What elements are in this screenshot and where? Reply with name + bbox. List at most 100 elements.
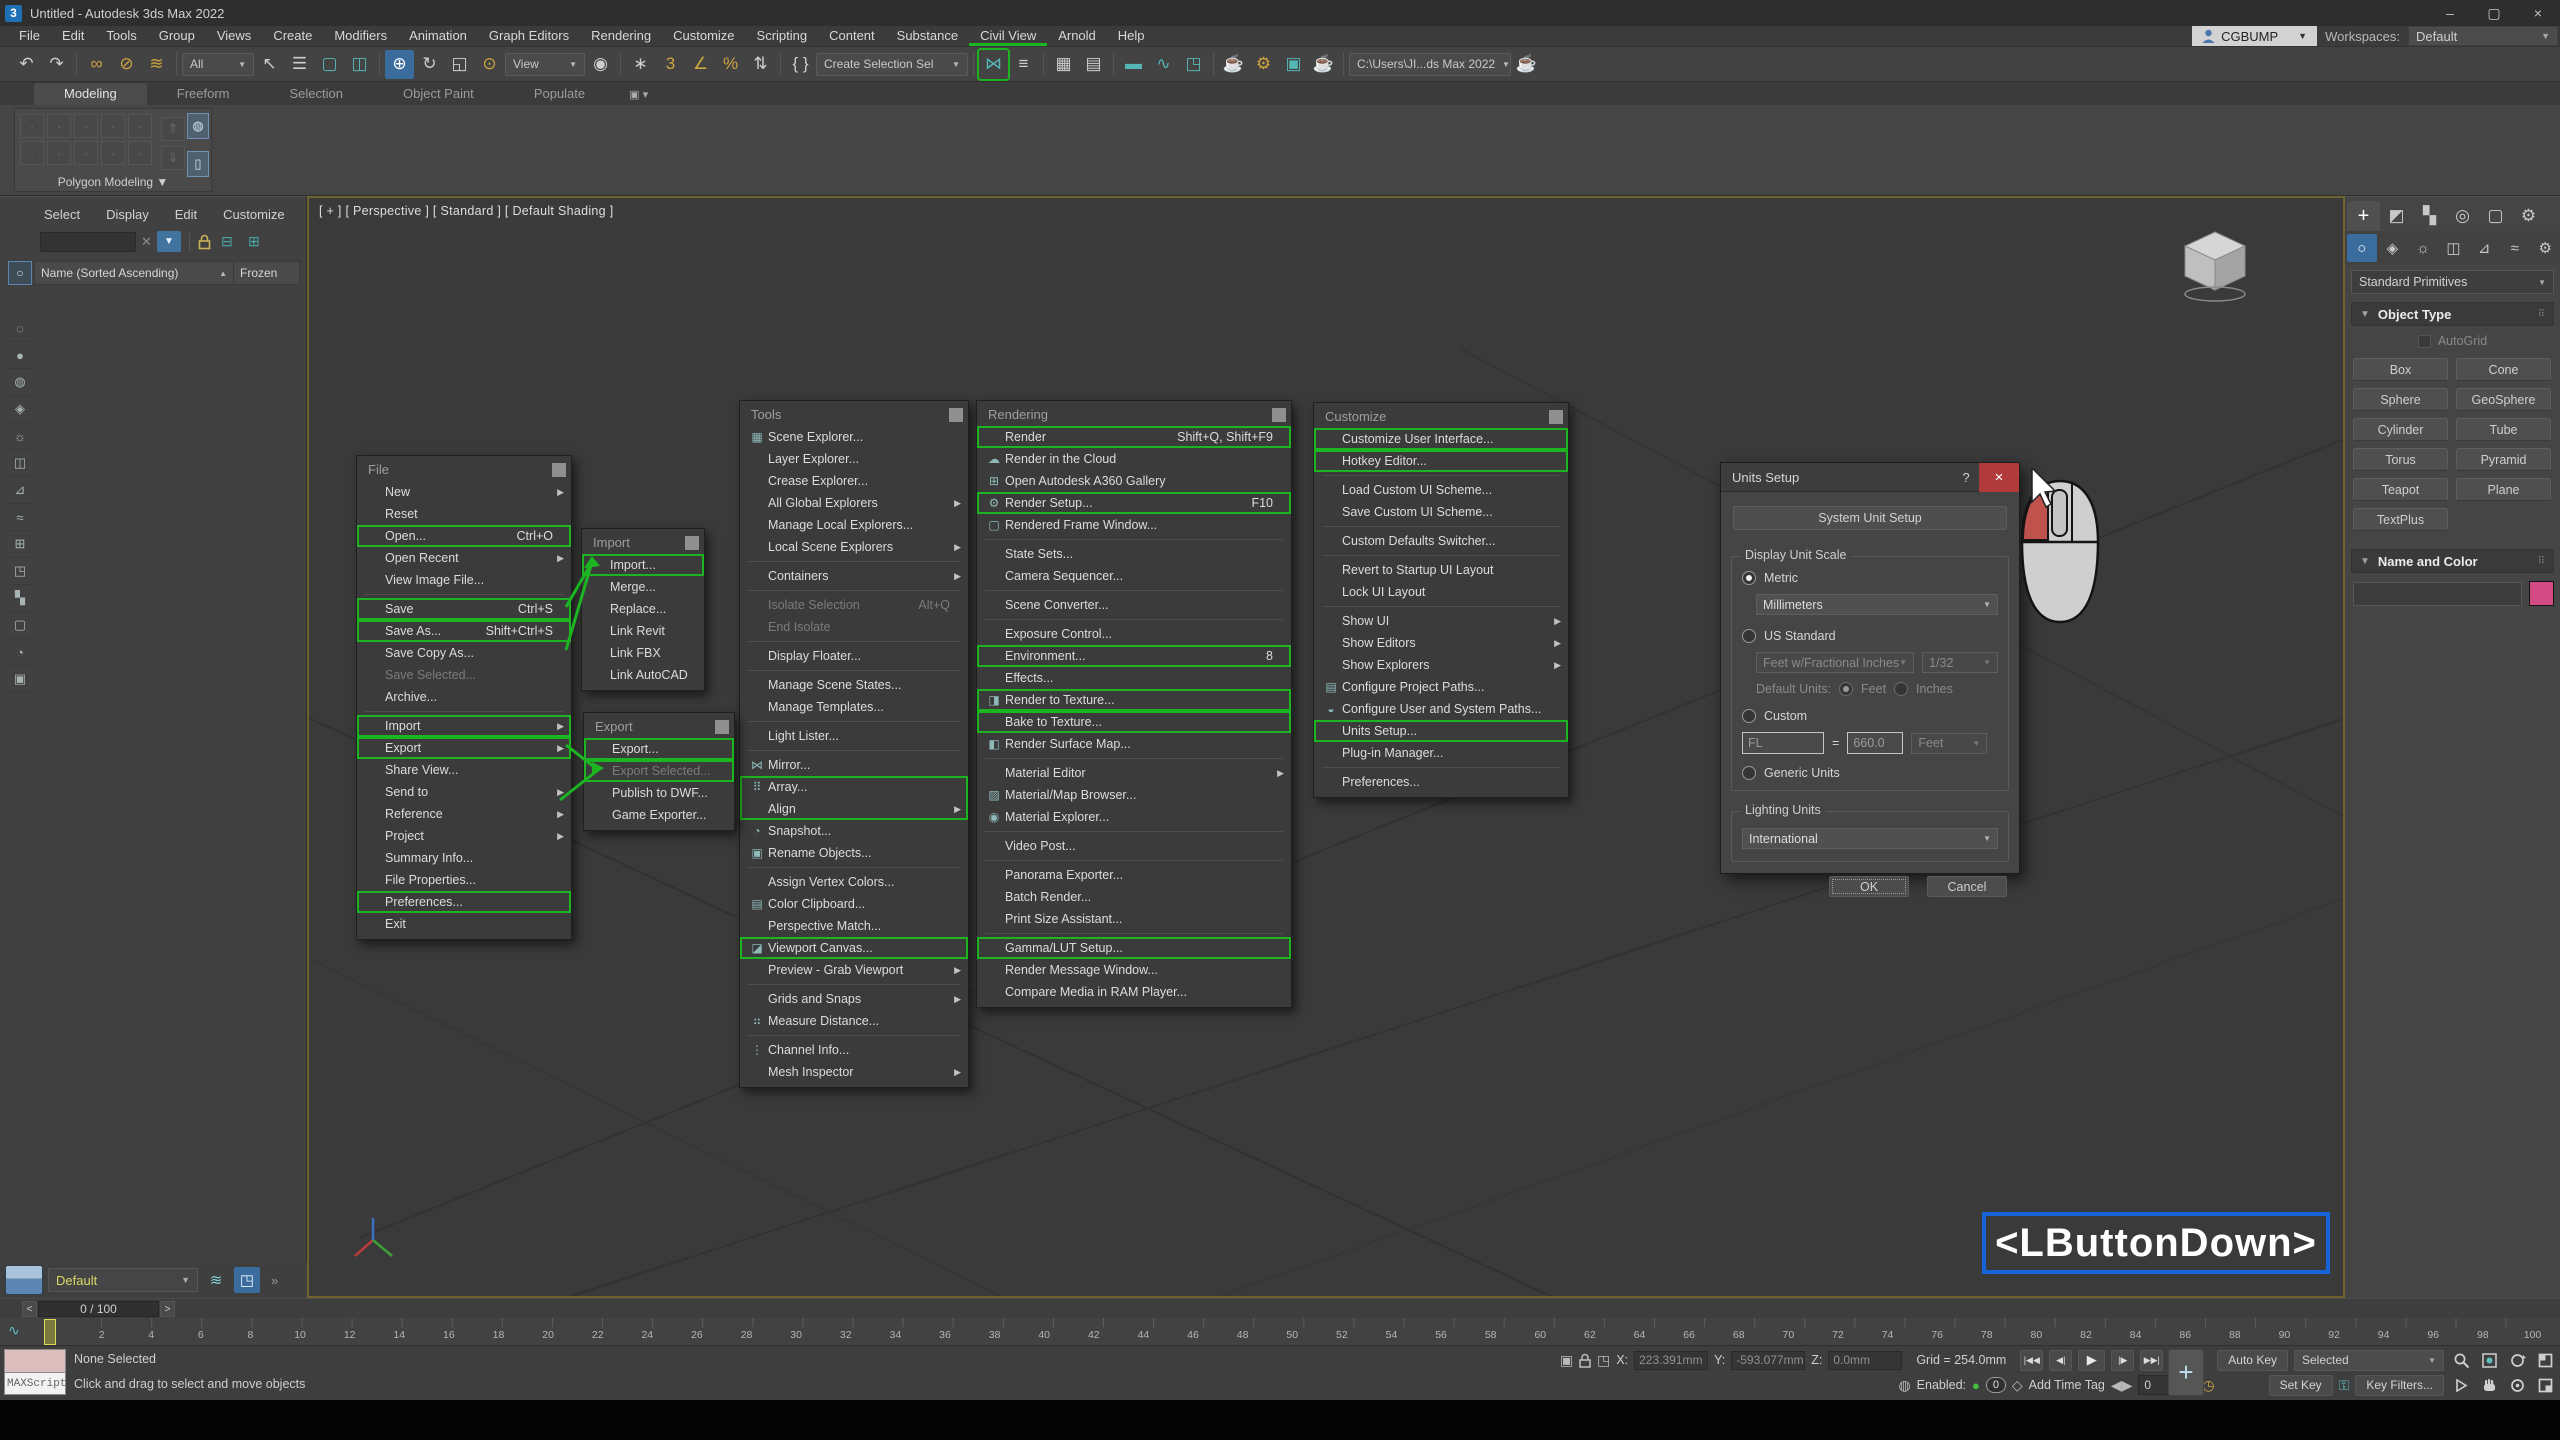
file-item-open[interactable]: Open...Ctrl+O	[357, 525, 571, 547]
object-button-plane[interactable]: Plane	[2456, 478, 2551, 501]
polygon-modeling-tool-8[interactable]: ·	[74, 141, 98, 165]
rendering-item-state-sets[interactable]: State Sets...	[977, 543, 1291, 565]
menu-rendering[interactable]: Rendering	[580, 27, 662, 46]
object-button-textplus[interactable]: TextPlus	[2353, 508, 2448, 531]
rendering-item-gamma-lut-setup[interactable]: Gamma/LUT Setup...	[977, 937, 1291, 959]
import-item-merge[interactable]: Merge...	[582, 576, 704, 598]
y-coordinate-field[interactable]: -593.077mm	[1731, 1351, 1805, 1370]
ribbon-collapse-down-icon[interactable]: ⇓	[161, 146, 185, 170]
orbit-subobject-icon[interactable]	[2506, 1374, 2528, 1396]
polygon-modeling-tool-10[interactable]: ·	[128, 141, 152, 165]
zoom-extents-icon[interactable]	[2478, 1349, 2500, 1371]
pin-icon[interactable]	[552, 463, 566, 477]
rendering-item-print-size-assistant[interactable]: Print Size Assistant...	[977, 908, 1291, 930]
export-item-game-exporter[interactable]: Game Exporter...	[584, 804, 734, 826]
menu-customize[interactable]: Customize	[662, 27, 745, 46]
previous-key-button[interactable]: ◀|	[2049, 1350, 2072, 1371]
ribbon-toggle-shaded-icon[interactable]: ◍	[187, 113, 209, 139]
pin-icon[interactable]	[949, 408, 963, 422]
filter-cameras-icon[interactable]: ◫	[8, 450, 32, 477]
render-production-button[interactable]: ☕	[1309, 50, 1338, 79]
customize-item-custom-defaults-switcher[interactable]: Custom Defaults Switcher...	[1314, 530, 1568, 552]
isolate-selection-icon[interactable]: ▣	[1560, 1352, 1573, 1369]
tools-item-measure-distance[interactable]: ⠶Measure Distance...	[740, 1010, 968, 1032]
lighting-units-dropdown[interactable]: International▼	[1742, 828, 1998, 849]
collapse-all-icon[interactable]: ⊞	[243, 233, 265, 250]
menu-civil-view[interactable]: Civil View	[969, 27, 1047, 46]
menu-modifiers[interactable]: Modifiers	[323, 27, 398, 46]
snap-toggle-3d-button[interactable]: 3	[656, 50, 685, 79]
file-item-export[interactable]: Export▶	[357, 737, 571, 759]
filter-groups-icon[interactable]: ⊞	[8, 531, 32, 558]
scene-explorer-menu-display[interactable]: Display	[106, 207, 149, 222]
select-by-name-button[interactable]: ☰	[285, 50, 314, 79]
next-key-button[interactable]: |▶	[2111, 1350, 2134, 1371]
edit-named-selection-sets-button[interactable]: { }	[786, 50, 815, 79]
customize-item-lock-ui-layout[interactable]: Lock UI Layout	[1314, 581, 1568, 603]
tools-item-mirror[interactable]: ⋈Mirror...	[740, 754, 968, 776]
file-item-archive[interactable]: Archive...	[357, 686, 571, 708]
ribbon-tab-selection[interactable]: Selection	[260, 83, 373, 105]
tab-create[interactable]: +	[2347, 201, 2380, 231]
ok-button[interactable]: OK	[1829, 876, 1909, 897]
object-type-rollout[interactable]: ▼ Object Type ⠿	[2351, 302, 2554, 326]
tools-item-align[interactable]: Align▶	[740, 798, 968, 820]
rendering-item-open-autodesk-a360-gallery[interactable]: ⊞Open Autodesk A360 Gallery	[977, 470, 1291, 492]
menu-edit[interactable]: Edit	[51, 27, 95, 46]
time-configuration-icon[interactable]: ◷	[2202, 1377, 2214, 1394]
bind-to-space-warp-button[interactable]: ≋	[142, 50, 171, 79]
menu-substance[interactable]: Substance	[886, 27, 969, 46]
rendering-item-render-setup[interactable]: ⚙Render Setup...F10	[977, 492, 1291, 514]
scene-explorer-menu-select[interactable]: Select	[44, 207, 80, 222]
file-item-preferences[interactable]: Preferences...	[357, 891, 571, 913]
filter-all-icon[interactable]: ◌	[8, 315, 32, 342]
named-selection-sets-dropdown[interactable]: Create Selection Sel▼	[816, 53, 968, 76]
object-button-sphere[interactable]: Sphere	[2353, 388, 2448, 411]
create-layer-button[interactable]	[5, 1265, 43, 1295]
object-button-tube[interactable]: Tube	[2456, 418, 2551, 441]
menu-graph-editors[interactable]: Graph Editors	[478, 27, 580, 46]
maximize-button[interactable]: ▢	[2472, 0, 2516, 26]
file-item-save-as[interactable]: Save As...Shift+Ctrl+S	[357, 620, 571, 642]
render-setup-button[interactable]: ⚙	[1249, 50, 1278, 79]
curve-editor-button[interactable]: ∿	[1149, 50, 1178, 79]
rendering-item-render-in-the-cloud[interactable]: ☁Render in the Cloud	[977, 448, 1291, 470]
customize-item-hotkey-editor[interactable]: Hotkey Editor...	[1314, 450, 1568, 472]
ribbon-more-icon[interactable]: ▣ ▾	[629, 88, 648, 105]
previous-frame-button[interactable]: <	[22, 1301, 37, 1317]
maximize-viewport-icon[interactable]	[2534, 1349, 2556, 1371]
select-object-button[interactable]: ↖	[255, 50, 284, 79]
ribbon-tab-modeling[interactable]: Modeling	[34, 83, 147, 105]
schematic-view-button[interactable]: ◳	[1179, 50, 1208, 79]
ribbon-tab-populate[interactable]: Populate	[504, 83, 615, 105]
material-editor-button[interactable]: ☕	[1219, 50, 1248, 79]
play-button[interactable]: ▶	[2078, 1350, 2105, 1371]
import-item-replace[interactable]: Replace...	[582, 598, 704, 620]
autogrid-checkbox[interactable]	[2418, 335, 2431, 348]
tab-display[interactable]: ▢	[2479, 201, 2512, 231]
tools-item-rename-objects[interactable]: ▣Rename Objects...	[740, 842, 968, 864]
close-button[interactable]: ×	[2516, 0, 2560, 26]
customize-item-show-explorers[interactable]: Show Explorers▶	[1314, 654, 1568, 676]
maxscript-mini-listener[interactable]: MAXScript Mi	[4, 1373, 66, 1395]
ribbon-toggle-pin-icon[interactable]: ▯	[187, 151, 209, 177]
primitives-category-dropdown[interactable]: Standard Primitives ▼	[2351, 270, 2554, 294]
rendering-item-material-editor[interactable]: Material Editor▶	[977, 762, 1291, 784]
toolbar-overflow-icon[interactable]: »	[271, 1273, 278, 1288]
menu-create[interactable]: Create	[262, 27, 323, 46]
polygon-modeling-tool-2[interactable]: ·	[47, 114, 71, 138]
shield-icon[interactable]: ◍	[1898, 1377, 1910, 1394]
file-item-save-copy-as[interactable]: Save Copy As...	[357, 642, 571, 664]
customize-item-units-setup[interactable]: Units Setup...	[1314, 720, 1568, 742]
file-item-save[interactable]: SaveCtrl+S	[357, 598, 571, 620]
scene-explorer-search-input[interactable]	[40, 232, 136, 252]
customize-item-customize-user-interface[interactable]: Customize User Interface...	[1314, 428, 1568, 450]
export-item-export[interactable]: Export...	[584, 738, 734, 760]
object-button-pyramid[interactable]: Pyramid	[2456, 448, 2551, 471]
import-item-link-revit[interactable]: Link Revit	[582, 620, 704, 642]
pin-icon[interactable]	[1272, 408, 1286, 422]
rendering-item-rendered-frame-window[interactable]: ▢Rendered Frame Window...	[977, 514, 1291, 536]
filter-bones-icon[interactable]: ▚	[8, 585, 32, 612]
filter-shapes-icon[interactable]: ◈	[8, 396, 32, 423]
cat-helpers[interactable]: ⊿	[2469, 234, 2499, 262]
